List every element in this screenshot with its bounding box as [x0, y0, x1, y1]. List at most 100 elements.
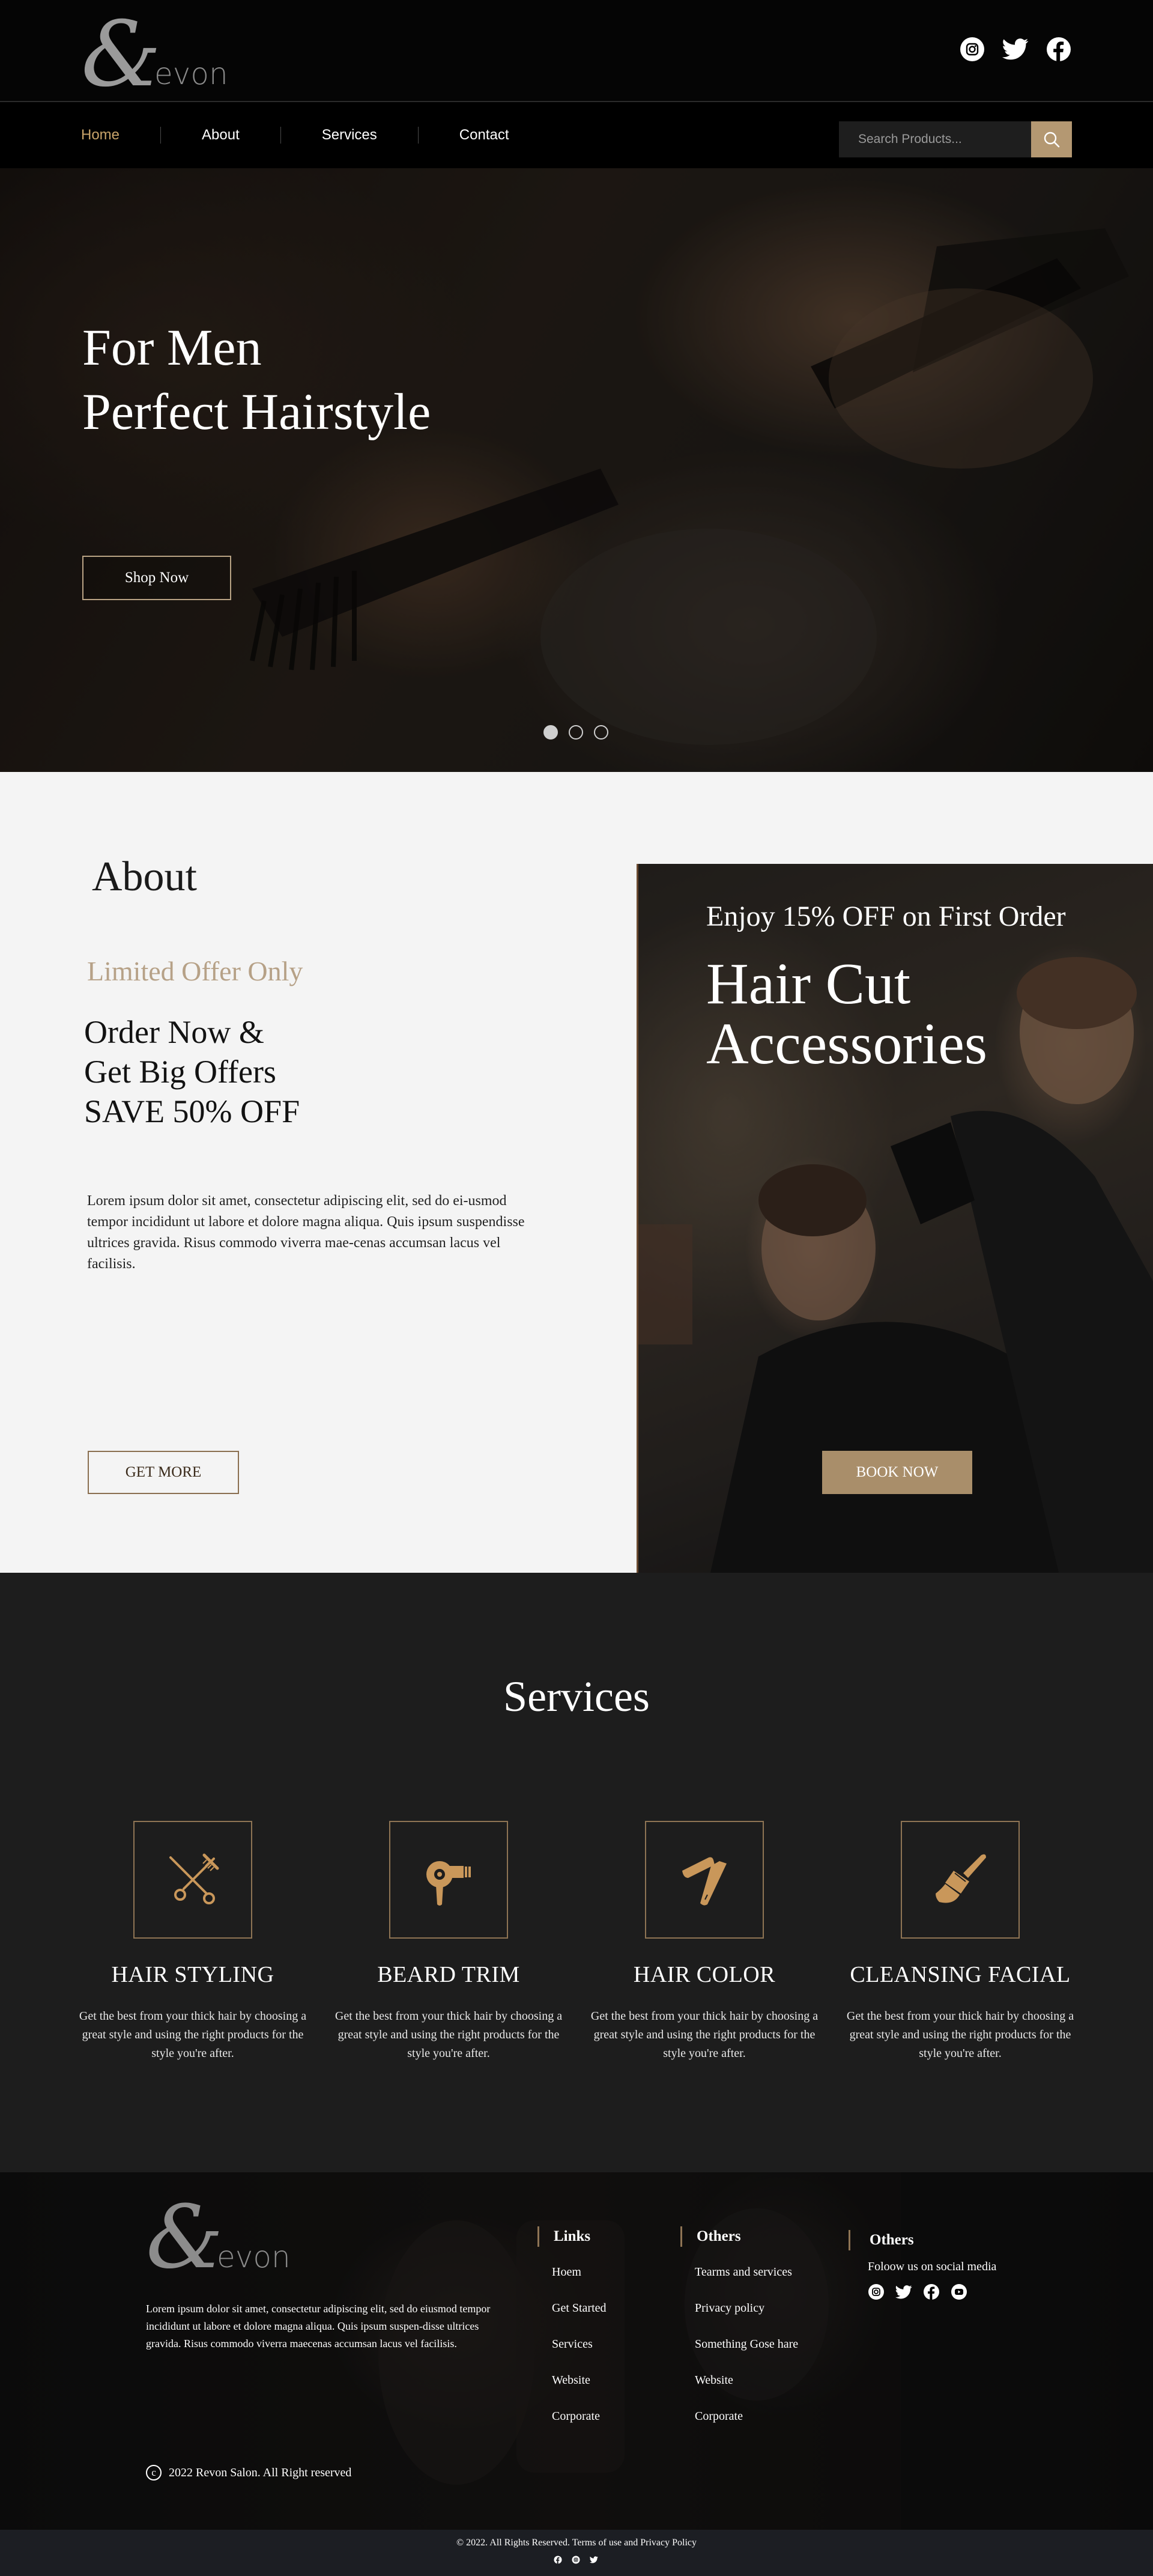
footer-link[interactable]: Corporate	[552, 2404, 607, 2440]
about-section: About Limited Offer Only Order Now & Get…	[0, 772, 1153, 1573]
nav-divider	[160, 127, 162, 144]
about-title: About	[92, 854, 197, 900]
logo-monogram: &	[81, 2, 162, 107]
footer-social-icons	[849, 2283, 996, 2300]
promo-title-line-1: Hair Cut	[706, 952, 911, 1016]
bottom-bar: © 2022. All Rights Reserved. Terms of us…	[0, 2530, 1153, 2576]
instagram-icon[interactable]	[868, 2283, 885, 2300]
search-icon	[1044, 132, 1060, 148]
service-icon-box	[133, 1821, 252, 1939]
follow-us-text: Foloow us on social media	[868, 2260, 997, 2273]
hero-title-line-2: Perfect Hairstyle	[82, 383, 431, 440]
service-card-beard-trim[interactable]: BEARD TRIM Get the best from your thick …	[321, 1821, 576, 2063]
nav-item-home[interactable]: Home	[81, 127, 120, 144]
footer-links-title: Links	[537, 2226, 607, 2247]
book-now-button[interactable]: BOOK NOW	[822, 1451, 972, 1494]
offer-line-1: Order Now &	[84, 1014, 264, 1050]
offer-heading: Order Now & Get Big Offers SAVE 50% OFF	[84, 1012, 300, 1131]
offer-line-3: SAVE 50% OFF	[84, 1093, 300, 1129]
carousel-dot-2[interactable]	[569, 725, 583, 740]
nav-divider	[280, 127, 281, 144]
promo-title: Hair Cut Accessories	[706, 954, 987, 1074]
footer-link[interactable]: Tearms and services	[695, 2260, 798, 2296]
twitter-icon[interactable]	[895, 2283, 912, 2300]
nav-item-services[interactable]: Services	[322, 127, 377, 144]
header-social-icons	[959, 36, 1072, 62]
main-navbar: Home About Services Contact	[0, 102, 1153, 168]
copyright-text: 2022 Revon Salon. All Right reserved	[169, 2465, 352, 2479]
facebook-icon[interactable]	[1046, 36, 1072, 62]
footer-link[interactable]: Services	[552, 2332, 607, 2368]
footer-links-column: Links Hoem Get Started Services Website …	[537, 2226, 607, 2440]
service-name: HAIR COLOR	[633, 1962, 776, 1987]
footer-paragraph: Lorem ipsum dolor sit amet, consectetur …	[146, 2303, 491, 2350]
promo-card: Enjoy 15% OFF on First Order Hair Cut Ac…	[637, 864, 1153, 1573]
service-description: Get the best from your thick hair by cho…	[334, 2009, 563, 2060]
facebook-icon[interactable]	[923, 2283, 940, 2300]
brush-icon	[936, 1854, 986, 1903]
logo-monogram: &	[146, 2187, 224, 2288]
carousel-dot-1[interactable]	[543, 725, 558, 740]
promo-discount-text: Enjoy 15% OFF on First Order	[706, 901, 1066, 932]
brand-logo[interactable]: & evon	[81, 2, 231, 107]
copyright-icon: c	[146, 2465, 162, 2480]
twitter-icon[interactable]	[590, 2556, 598, 2564]
footer-social-title: Others	[849, 2230, 996, 2250]
youtube-icon[interactable]	[951, 2283, 967, 2300]
footer: & evon Lorem ipsum dolor sit amet, conse…	[0, 2172, 1153, 2530]
carousel-dots	[543, 725, 608, 740]
facebook-icon[interactable]	[554, 2556, 562, 2564]
hero-overlay	[0, 168, 1153, 772]
nav-divider	[417, 127, 419, 144]
offer-line-2: Get Big Offers	[84, 1054, 276, 1090]
razor-icon	[682, 1857, 727, 1906]
footer-copyright: c 2022 Revon Salon. All Right reserved	[146, 2465, 351, 2480]
service-card-hair-styling[interactable]: HAIR STYLING Get the best from your thic…	[65, 1821, 321, 2063]
nav-menu: Home About Services Contact	[81, 102, 509, 168]
top-header: & evon	[0, 0, 1153, 107]
promo-title-line-2: Accessories	[706, 1012, 988, 1077]
footer-social-column: Others Foloow us on social media	[849, 2230, 996, 2300]
footer-link[interactable]: Get Started	[552, 2296, 607, 2332]
footer-others-title: Others	[680, 2226, 798, 2247]
scissors-comb-icon	[169, 1853, 219, 1904]
get-more-button[interactable]: GET MORE	[88, 1451, 239, 1494]
logo-wordmark: evon	[217, 2240, 291, 2274]
footer-others-column: Others Tearms and services Privacy polic…	[680, 2226, 798, 2440]
footer-link[interactable]: Corporate	[695, 2404, 798, 2440]
carousel-dot-3[interactable]	[594, 725, 608, 740]
instagram-icon[interactable]	[572, 2556, 580, 2564]
hero-banner: For Men Perfect Hairstyle Shop Now	[0, 168, 1153, 772]
search-button[interactable]	[1031, 121, 1072, 157]
nav-item-about[interactable]: About	[202, 127, 240, 144]
service-card-hair-color[interactable]: HAIR COLOR Get the best from your thick …	[576, 1821, 832, 2063]
footer-link[interactable]: Website	[695, 2368, 798, 2404]
footer-link[interactable]: Hoem	[552, 2260, 607, 2296]
service-icon-box	[901, 1821, 1020, 1939]
service-description: Get the best from your thick hair by cho…	[590, 2009, 819, 2060]
instagram-icon[interactable]	[959, 36, 985, 62]
hero-title-line-1: For Men	[82, 318, 262, 376]
footer-link[interactable]: Website	[552, 2368, 607, 2404]
logo-wordmark: evon	[154, 56, 228, 91]
search-input[interactable]	[839, 121, 1031, 157]
service-name: HAIR STYLING	[111, 1962, 274, 1987]
service-name: BEARD TRIM	[377, 1962, 520, 1987]
footer-link[interactable]: Privacy policy	[695, 2296, 798, 2332]
hair-dryer-icon	[426, 1861, 471, 1906]
bottom-bar-text: © 2022. All Rights Reserved. Terms of us…	[456, 2538, 697, 2548]
nav-item-contact[interactable]: Contact	[459, 127, 509, 144]
twitter-icon[interactable]	[1002, 36, 1029, 62]
service-icon-box	[389, 1821, 508, 1939]
footer-logo[interactable]: & evon	[146, 2187, 291, 2288]
service-icon-box	[645, 1821, 764, 1939]
services-title: Services	[503, 1672, 650, 1721]
service-description: Get the best from your thick hair by cho…	[846, 2009, 1074, 2060]
footer-link[interactable]: Something Gose hare	[695, 2332, 798, 2368]
about-paragraph: Lorem ipsum dolor sit amet, consectetur …	[87, 1193, 525, 1272]
limited-offer-text: Limited Offer Only	[87, 956, 303, 986]
service-card-cleansing-facial[interactable]: CLEANSING FACIAL Get the best from your …	[832, 1821, 1088, 2063]
bottom-social-icons	[554, 2556, 598, 2564]
shop-now-button[interactable]: Shop Now	[82, 556, 231, 600]
search-bar	[839, 121, 1072, 157]
